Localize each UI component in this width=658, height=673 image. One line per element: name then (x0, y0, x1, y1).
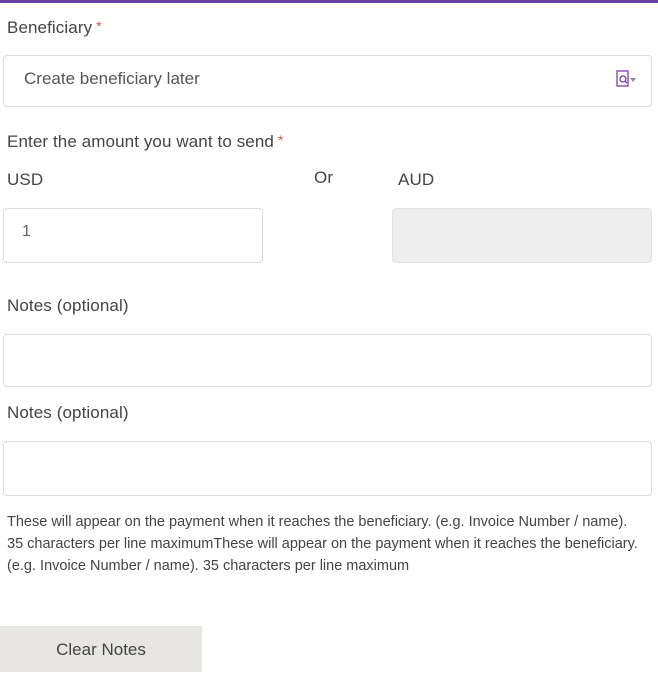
beneficiary-label-text: Beneficiary (7, 18, 93, 37)
required-mark: * (277, 132, 284, 148)
notes-input-1[interactable] (3, 334, 652, 387)
amount-label: Enter the amount you want to send * (7, 132, 284, 152)
notes-help-text: These will appear on the payment when it… (7, 514, 638, 574)
clear-notes-button[interactable]: Clear Notes (0, 626, 202, 672)
beneficiary-selected-value: Create beneficiary later (24, 69, 200, 88)
aud-amount-input (392, 208, 652, 263)
amount-label-text: Enter the amount you want to send (7, 132, 274, 151)
lookup-document-icon[interactable] (615, 69, 637, 89)
notes-label-1: Notes (optional) (7, 296, 129, 315)
beneficiary-label: Beneficiary * (7, 18, 102, 38)
or-label: Or (314, 168, 334, 187)
required-mark: * (96, 18, 102, 34)
usd-amount-value: 1 (22, 223, 31, 240)
notes-input-2[interactable] (3, 441, 652, 496)
beneficiary-select[interactable]: Create beneficiary later (3, 55, 652, 107)
top-accent-border (0, 0, 658, 3)
usd-amount-input[interactable]: 1 (3, 208, 263, 263)
to-currency-label: AUD (398, 170, 435, 189)
from-currency-label: USD (7, 170, 44, 189)
notes-label-2: Notes (optional) (7, 403, 129, 422)
